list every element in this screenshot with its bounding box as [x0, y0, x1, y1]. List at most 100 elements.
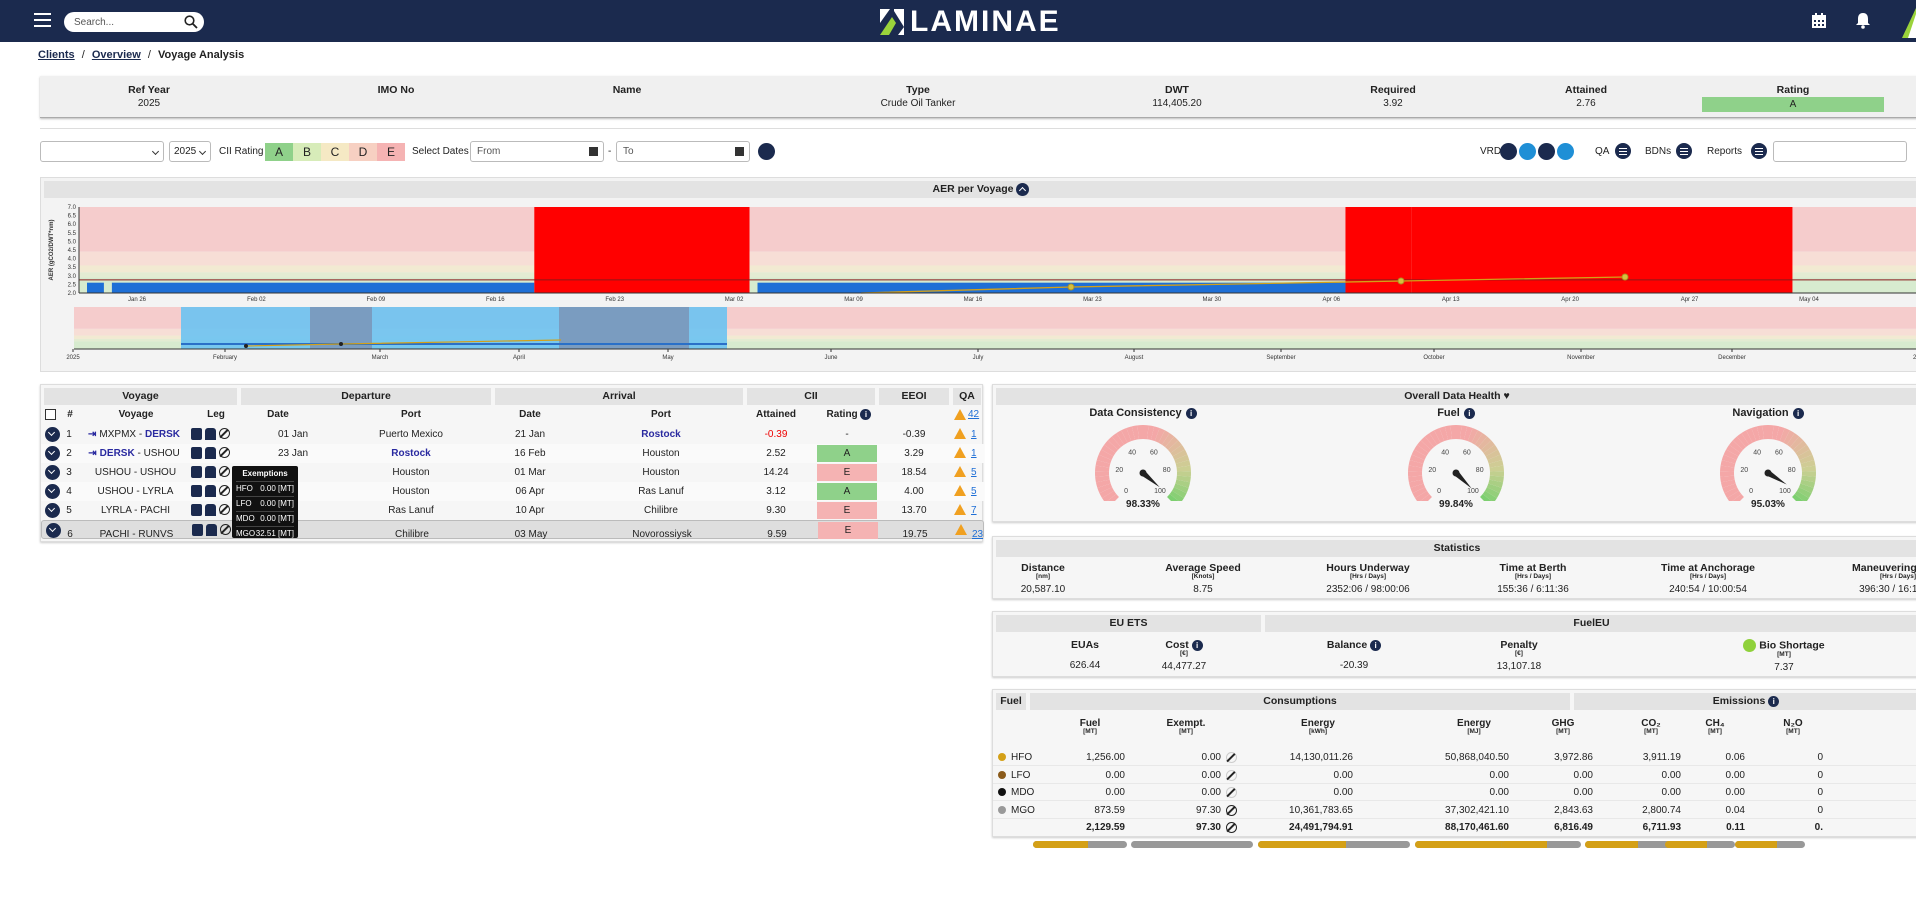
vessel-select[interactable] [40, 141, 164, 162]
penalty-value: 13,107.18 [1496, 661, 1542, 672]
share-bar-fill [1258, 841, 1347, 848]
info-icon[interactable]: i [1185, 407, 1197, 419]
qa-count-link[interactable]: 23 [972, 525, 983, 544]
grade-a-button[interactable]: A [265, 143, 293, 161]
vrd-upload-button[interactable] [1519, 143, 1536, 160]
search-box[interactable] [64, 12, 204, 32]
cumulative-cii-point[interactable] [1067, 283, 1075, 291]
arrival-group-header: Arrival [495, 388, 743, 405]
navigator-tick-label: December [1718, 355, 1746, 361]
exemption-icon[interactable] [219, 466, 230, 477]
statistic-cell: Maneuvering Time[Hrs / Days]396:30 / 16:… [1808, 562, 1916, 595]
select-dates-label: Select Dates [412, 146, 469, 157]
reports-menu-icon[interactable] [1751, 143, 1767, 159]
aer-title: AER per Voyage [932, 183, 1014, 195]
expand-row-icon[interactable] [45, 484, 60, 499]
fuel-pump-icon[interactable] [206, 524, 217, 536]
qa-count-link[interactable]: 1 [971, 448, 977, 459]
expand-row-icon[interactable] [45, 465, 60, 480]
chevron-up-icon[interactable] [1016, 182, 1030, 196]
info-icon[interactable]: i [1191, 639, 1203, 651]
info-icon[interactable]: i [1792, 407, 1804, 419]
vrd-download-button[interactable] [1500, 143, 1517, 160]
qa-total-link[interactable]: 42 [968, 409, 979, 420]
fuel-pump-icon[interactable] [205, 485, 216, 497]
gauge-tick-label: 80 [1788, 467, 1796, 474]
year-select[interactable]: 2025 [169, 141, 211, 162]
to-date-input[interactable]: To [616, 141, 750, 162]
voyage-bar[interactable] [87, 282, 104, 293]
filter-bar: 2025 CII Rating A B C D E Select Dates F… [40, 141, 1916, 163]
fuel-pump-icon[interactable] [205, 466, 216, 478]
breadcrumb-overview[interactable]: Overview [92, 49, 141, 61]
exemption-icon[interactable] [219, 504, 230, 515]
leg-log-icon[interactable] [192, 524, 203, 536]
table-row[interactable]: 4 USHOU - LYRLA Houston 06 Apr Ras Lanuf 3.12… [41, 482, 984, 501]
fuel-pump-icon[interactable] [205, 428, 216, 440]
qa-count-link[interactable]: 1 [971, 429, 977, 440]
table-row[interactable]: 1 ⇥ MXPMX - DERSK 01 Jan Puerto Mexico 21 Jan… [41, 425, 984, 444]
from-date-input[interactable]: From [470, 141, 604, 162]
qa-count-link[interactable]: 5 [971, 486, 977, 497]
rating-badge: E [817, 464, 877, 481]
breadcrumb-clients[interactable]: Clients [38, 49, 75, 61]
calendar-icon[interactable] [735, 147, 744, 156]
leg-log-icon[interactable] [191, 466, 202, 478]
cumulative-cii-point[interactable] [1621, 273, 1629, 281]
share-bar [1258, 841, 1410, 848]
exemption-icon[interactable] [220, 524, 231, 535]
vrd-history-button[interactable] [1557, 143, 1574, 160]
col-label: N₂O [1783, 718, 1803, 729]
leg-log-icon[interactable] [191, 428, 202, 440]
arr-date-header: Date [519, 409, 541, 420]
search-icon[interactable] [184, 15, 198, 29]
search-input[interactable] [74, 16, 184, 28]
table-row[interactable]: 2 ⇥ DERSK - USHOU 23 Jan Rostock 16 Feb Housto… [41, 444, 984, 463]
grade-e-button[interactable]: E [377, 143, 405, 161]
info-icon[interactable]: i [860, 409, 872, 420]
table-row[interactable]: 3 USHOU - USHOU Houston 01 Mar Houston 14.24 E… [41, 463, 984, 482]
expand-row-icon[interactable] [46, 523, 61, 538]
qa-count-link[interactable]: 5 [971, 467, 977, 478]
leg-log-icon[interactable] [191, 485, 202, 497]
exemption-icon[interactable] [219, 428, 230, 439]
bdns-menu-icon[interactable] [1676, 143, 1692, 159]
menu-icon[interactable] [34, 13, 51, 27]
breadcrumb-separator: / [81, 49, 85, 61]
table-row[interactable]: 5 LYRLA - PACHI Ras Lanuf 10 Apr Chilibre 9.3… [41, 501, 984, 520]
chevron-down-icon [151, 147, 160, 156]
aer-chart[interactable]: 7.0 6.5 6.0 5.5 5.0 4.5 4.0 3.5 3.0 2.5 2.0 AER (gC… [41, 199, 1916, 371]
grade-d-button[interactable]: D [349, 143, 377, 161]
info-icon[interactable]: i [1463, 407, 1475, 419]
report-select[interactable] [1773, 141, 1907, 162]
table-row[interactable]: 6 PACHI - RUNVS Chilibre 03 May Novorossiysk… [41, 520, 984, 540]
qa-menu-icon[interactable] [1615, 143, 1631, 159]
statistics-panel: Statistics Distance [nm] 20,587.10 Average … [992, 536, 1916, 599]
bell-icon[interactable] [1855, 12, 1871, 29]
voyage-from: USHOU [97, 486, 134, 497]
leg-log-icon[interactable] [191, 447, 202, 459]
info-icon[interactable]: i [1768, 695, 1780, 707]
cumulative-cii-point[interactable] [1397, 277, 1405, 285]
expand-row-icon[interactable] [45, 503, 60, 518]
calendar-icon[interactable] [589, 147, 598, 156]
voyage-bar[interactable] [111, 282, 535, 293]
grade-b-button[interactable]: B [293, 143, 321, 161]
grade-c-button[interactable]: C [321, 143, 349, 161]
exemption-icon[interactable] [219, 447, 230, 458]
exemption-icon[interactable] [219, 485, 230, 496]
fuel-pump-icon[interactable] [205, 447, 216, 459]
fuel-pump-icon[interactable] [205, 504, 216, 516]
expand-row-icon[interactable] [45, 446, 60, 461]
calendar-icon[interactable] [1811, 12, 1827, 29]
expand-row-icon[interactable] [45, 427, 60, 442]
apply-filter-button[interactable] [758, 143, 775, 160]
vrd-export-button[interactable] [1538, 143, 1555, 160]
qa-count-link[interactable]: 7 [971, 505, 977, 516]
select-all-checkbox[interactable] [45, 409, 56, 420]
info-icon[interactable]: i [1370, 639, 1382, 651]
warning-icon [954, 485, 966, 496]
leg-log-icon[interactable] [191, 504, 202, 516]
voyage-number: 3 [66, 467, 72, 478]
avatar[interactable] [1900, 8, 1916, 38]
